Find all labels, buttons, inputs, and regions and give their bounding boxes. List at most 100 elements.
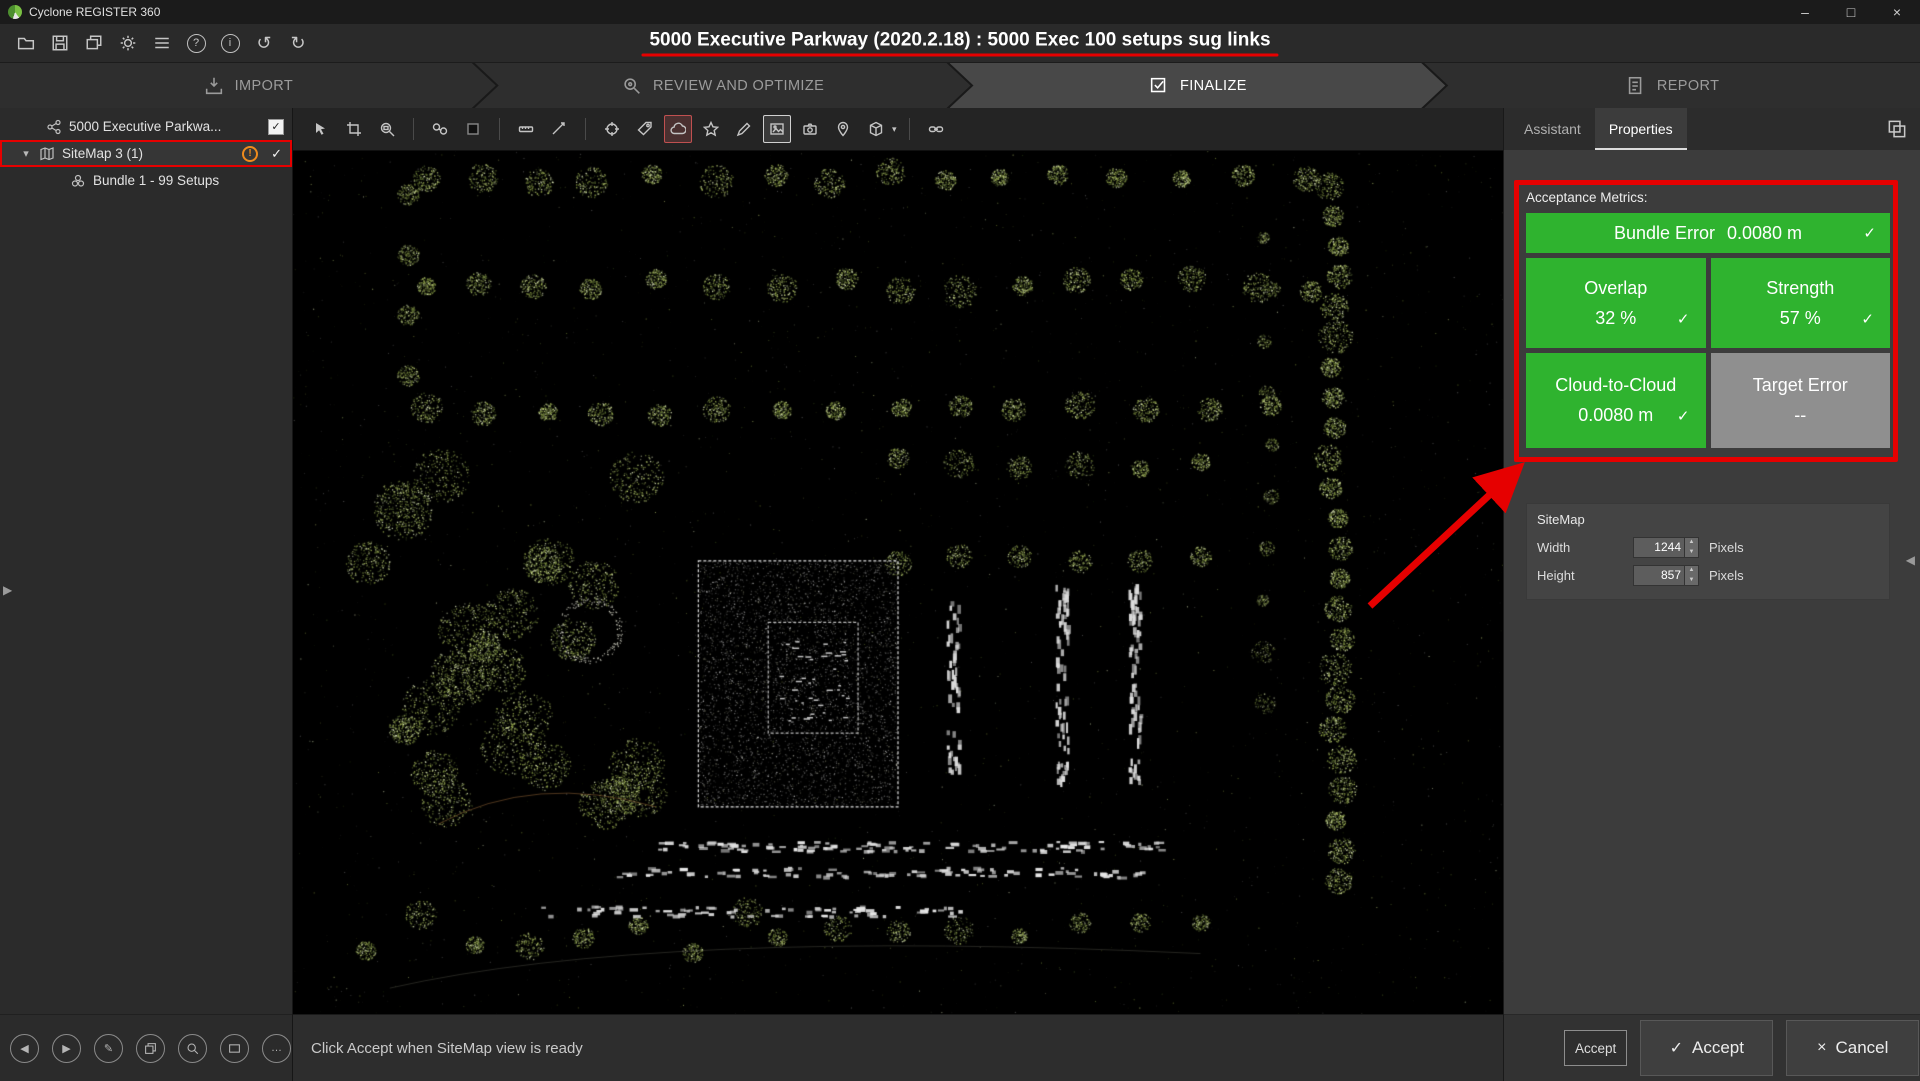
cancel-cross-icon: × bbox=[1817, 1039, 1826, 1057]
accept-button[interactable]: ✓ Accept bbox=[1640, 1020, 1773, 1076]
ruler-icon bbox=[518, 121, 534, 137]
image-tool-button[interactable] bbox=[763, 115, 791, 143]
cloud-link-button[interactable] bbox=[426, 115, 454, 143]
maximize-button[interactable]: □ bbox=[1828, 0, 1874, 24]
overlap-metric: Overlap 32 % ✓ bbox=[1526, 258, 1706, 348]
target-tool-button[interactable] bbox=[598, 115, 626, 143]
info-button[interactable]: i bbox=[214, 27, 246, 59]
list-button[interactable] bbox=[146, 27, 178, 59]
sitemap-check-icon[interactable]: ✓ bbox=[271, 146, 282, 162]
tag-tool-button[interactable] bbox=[631, 115, 659, 143]
tab-finalize[interactable]: FINALIZE bbox=[950, 63, 1446, 108]
maximize-icon: □ bbox=[1847, 4, 1855, 20]
width-spin-down[interactable]: ▼ bbox=[1685, 547, 1698, 557]
gear-icon bbox=[119, 34, 137, 52]
left-panel-collapse-handle[interactable]: ▶ bbox=[3, 583, 12, 597]
tab-report[interactable]: REPORT bbox=[1424, 63, 1920, 108]
bundle-error-label: Bundle Error bbox=[1614, 223, 1715, 244]
more-options-button[interactable]: … bbox=[262, 1034, 291, 1063]
close-button[interactable]: × bbox=[1874, 0, 1920, 24]
main-toolbar: ? i ↺ ↻ 5000 Executive Parkway (2020.2.1… bbox=[0, 24, 1920, 63]
target-error-label: Target Error bbox=[1753, 375, 1848, 396]
right-panel-collapse-handle[interactable]: ◀ bbox=[1906, 553, 1915, 567]
tab-review-optimize[interactable]: REVIEW AND OPTIMIZE bbox=[475, 63, 971, 108]
copy-icon bbox=[144, 1042, 157, 1055]
line-pick-button[interactable] bbox=[545, 115, 573, 143]
help-icon: ? bbox=[187, 34, 206, 53]
cube-icon bbox=[868, 121, 884, 137]
zoom-window-button[interactable] bbox=[373, 115, 401, 143]
warning-icon: ! bbox=[242, 146, 258, 162]
previous-view-button[interactable]: ◀ bbox=[10, 1034, 39, 1063]
tag-icon bbox=[637, 121, 653, 137]
location-tool-button[interactable] bbox=[829, 115, 857, 143]
accept-small-button[interactable]: Accept bbox=[1564, 1030, 1627, 1066]
tree-item-project[interactable]: 5000 Executive Parkwa... ✓ bbox=[0, 113, 292, 140]
tab-assistant-label: Assistant bbox=[1524, 121, 1581, 137]
view-mode-button[interactable] bbox=[862, 115, 890, 143]
width-value[interactable]: 1244 bbox=[1634, 538, 1684, 557]
tab-properties-label: Properties bbox=[1609, 121, 1673, 137]
measure-tool-button[interactable] bbox=[512, 115, 540, 143]
zoom-button[interactable] bbox=[178, 1034, 207, 1063]
duplicate-view-button[interactable] bbox=[136, 1034, 165, 1063]
expander-icon[interactable]: ▾ bbox=[20, 147, 32, 160]
panel-tabs: Assistant Properties bbox=[1504, 108, 1920, 150]
settings-button[interactable] bbox=[112, 27, 144, 59]
cancel-button[interactable]: × Cancel bbox=[1786, 1020, 1919, 1076]
snapshot-button[interactable] bbox=[796, 115, 824, 143]
tab-properties[interactable]: Properties bbox=[1595, 108, 1687, 150]
view-mode-dropdown-icon[interactable]: ▾ bbox=[892, 124, 897, 135]
magnifier-icon bbox=[186, 1042, 199, 1055]
edit-button[interactable]: ✎ bbox=[94, 1034, 123, 1063]
target-icon bbox=[604, 121, 620, 137]
height-spin-down[interactable]: ▼ bbox=[1685, 575, 1698, 585]
next-view-button[interactable]: ▶ bbox=[52, 1034, 81, 1063]
help-button[interactable]: ? bbox=[180, 27, 212, 59]
finalize-checkbox-icon bbox=[1148, 75, 1170, 97]
width-units-label: Pixels bbox=[1709, 540, 1744, 555]
crop-tool-button[interactable] bbox=[340, 115, 368, 143]
pointer-line-icon bbox=[551, 121, 567, 137]
link-tool-button[interactable] bbox=[922, 115, 950, 143]
minimize-button[interactable]: – bbox=[1782, 0, 1828, 24]
width-spin-up[interactable]: ▲ bbox=[1685, 538, 1698, 548]
height-value[interactable]: 857 bbox=[1634, 566, 1684, 585]
acceptance-metrics-title: Acceptance Metrics: bbox=[1526, 190, 1890, 205]
cloud-to-cloud-label: Cloud-to-Cloud bbox=[1555, 375, 1676, 396]
accept-label: Accept bbox=[1692, 1038, 1744, 1058]
annotate-tool-button[interactable] bbox=[730, 115, 758, 143]
tree-item-bundle[interactable]: Bundle 1 - 99 Setups bbox=[0, 167, 292, 194]
tree-item-bundle-label: Bundle 1 - 99 Setups bbox=[93, 173, 219, 188]
save-icon bbox=[51, 34, 69, 52]
link-icon bbox=[928, 121, 944, 137]
pick-tool-button[interactable] bbox=[307, 115, 335, 143]
sitemap-viewport[interactable] bbox=[293, 151, 1503, 1014]
favorite-tool-button[interactable] bbox=[697, 115, 725, 143]
fullscreen-button[interactable] bbox=[220, 1034, 249, 1063]
cascade-windows-icon bbox=[85, 34, 103, 52]
workflow-bar: IMPORT REVIEW AND OPTIMIZE FINALIZE REPO… bbox=[0, 63, 1920, 108]
redo-button[interactable]: ↻ bbox=[282, 27, 314, 59]
height-input[interactable]: 857 ▲ ▼ bbox=[1633, 565, 1699, 586]
windows-button[interactable] bbox=[78, 27, 110, 59]
save-button[interactable] bbox=[44, 27, 76, 59]
cloud-tool-button[interactable] bbox=[664, 115, 692, 143]
height-spin-up[interactable]: ▲ bbox=[1685, 566, 1698, 576]
undo-button[interactable]: ↺ bbox=[248, 27, 280, 59]
project-checkbox[interactable]: ✓ bbox=[268, 119, 284, 135]
sitemap-properties-card: SiteMap Width 1244 ▲ ▼ Pixels Height bbox=[1526, 503, 1890, 600]
tree-item-sitemap-label: SiteMap 3 (1) bbox=[62, 146, 143, 161]
point-cloud-canvas[interactable] bbox=[293, 151, 1503, 1014]
width-input[interactable]: 1244 ▲ ▼ bbox=[1633, 537, 1699, 558]
tab-assistant[interactable]: Assistant bbox=[1510, 108, 1595, 150]
tab-finalize-label: FINALIZE bbox=[1180, 78, 1247, 94]
open-project-button[interactable] bbox=[10, 27, 42, 59]
tree-item-sitemap[interactable]: ▾ SiteMap 3 (1) ! ✓ bbox=[0, 140, 292, 167]
tab-import[interactable]: IMPORT bbox=[0, 63, 496, 108]
panel-layout-button[interactable] bbox=[1884, 116, 1910, 142]
pencil-icon: ✎ bbox=[104, 1042, 113, 1055]
review-magnifier-icon bbox=[621, 75, 643, 97]
black-view-button[interactable] bbox=[459, 115, 487, 143]
acceptance-metrics-section: Acceptance Metrics: Bundle Error 0.0080 … bbox=[1526, 190, 1890, 448]
